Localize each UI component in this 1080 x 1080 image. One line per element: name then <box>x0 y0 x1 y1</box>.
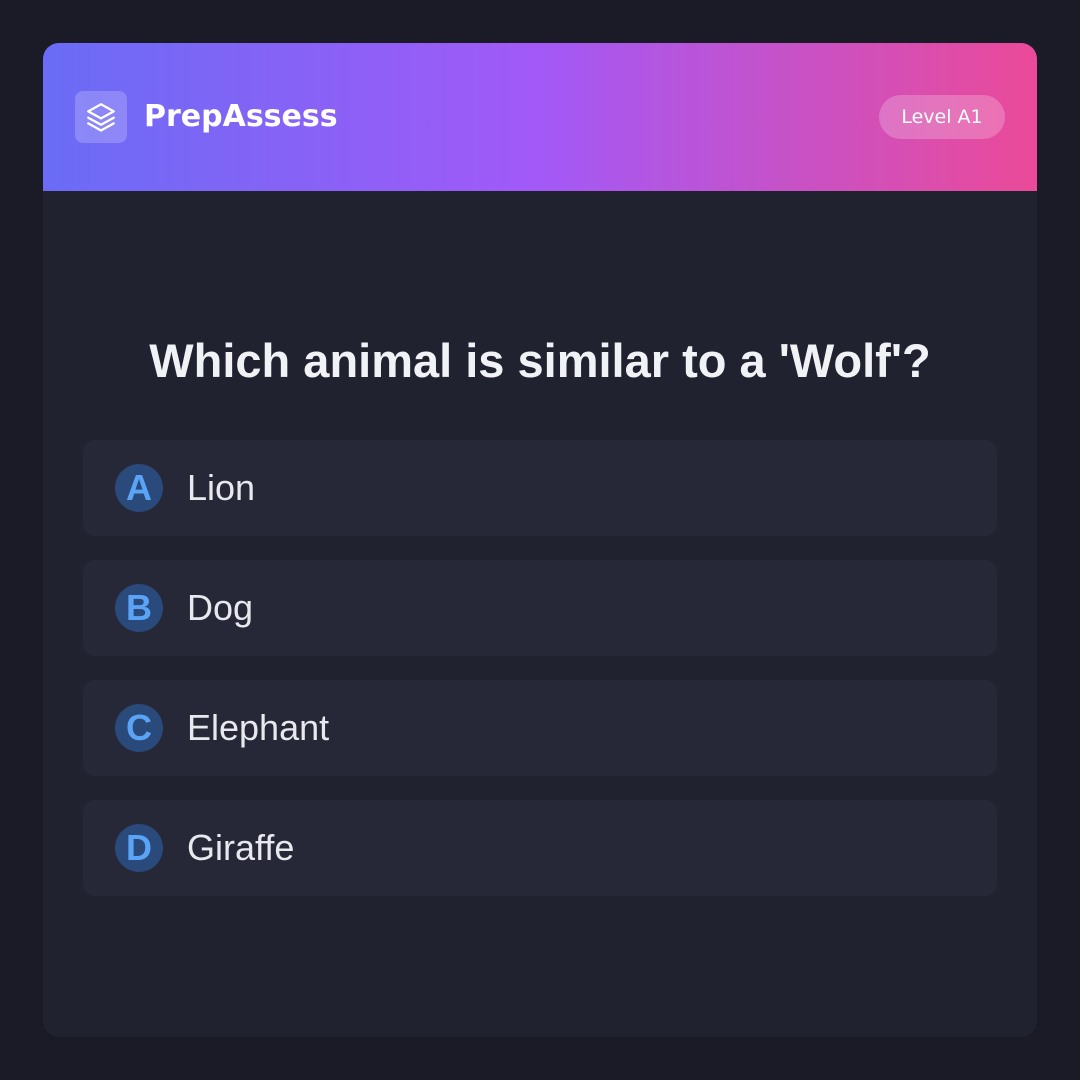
level-badge: Level A1 <box>879 95 1005 139</box>
layers-icon <box>75 91 127 143</box>
option-c[interactable]: C Elephant <box>83 680 997 776</box>
option-label: Elephant <box>187 707 330 748</box>
option-label: Lion <box>187 467 256 508</box>
option-d[interactable]: D Giraffe <box>83 800 997 896</box>
quiz-card: PrepAssess Level A1 Which animal is simi… <box>43 43 1037 1037</box>
brand-name: PrepAssess <box>144 99 338 134</box>
option-letter: D <box>115 824 163 872</box>
option-a[interactable]: A Lion <box>83 440 997 536</box>
option-letter: C <box>115 704 163 752</box>
option-b[interactable]: B Dog <box>83 560 997 656</box>
option-label: Giraffe <box>187 827 295 868</box>
question-text: Which animal is similar to a 'Wolf'? <box>149 334 931 387</box>
option-letter: B <box>115 584 163 632</box>
option-label: Dog <box>187 587 254 628</box>
option-letter: A <box>115 464 163 512</box>
quiz-header: PrepAssess Level A1 <box>43 43 1037 191</box>
